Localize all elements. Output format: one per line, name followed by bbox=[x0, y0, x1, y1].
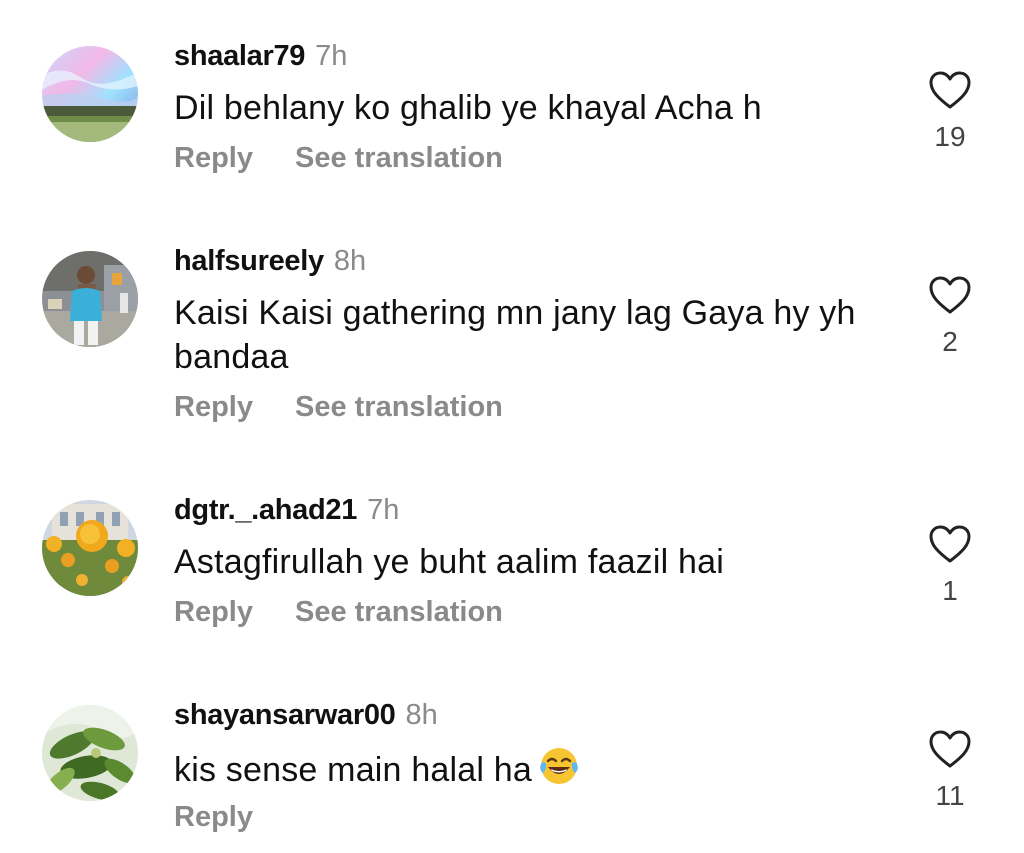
see-translation-button[interactable]: See translation bbox=[295, 391, 503, 423]
comment-text: kis sense main halal ha bbox=[174, 745, 894, 792]
heart-icon[interactable] bbox=[928, 524, 972, 564]
comment-text: Dil behlany ko ghalib ye khayal Acha h bbox=[174, 89, 762, 127]
like-count: 2 bbox=[942, 326, 958, 357]
like-count: 11 bbox=[935, 780, 965, 811]
like-control: 19 bbox=[918, 70, 982, 154]
avatar[interactable] bbox=[42, 251, 138, 347]
timestamp: 8h bbox=[405, 699, 438, 731]
reply-button[interactable]: Reply bbox=[174, 801, 253, 833]
comment-actions: Reply See translation bbox=[174, 389, 503, 425]
like-control: 2 bbox=[918, 275, 982, 359]
comment-actions: Reply bbox=[174, 799, 253, 835]
see-translation-button[interactable]: See translation bbox=[295, 142, 503, 174]
avatar[interactable] bbox=[42, 705, 138, 801]
timestamp: 8h bbox=[333, 245, 367, 277]
heart-icon[interactable] bbox=[928, 70, 972, 110]
like-count: 1 bbox=[942, 575, 958, 606]
comment-text: Astagfirullah ye buht aalim faazil hai bbox=[174, 543, 725, 581]
timestamp: 7h bbox=[367, 494, 400, 526]
heart-icon[interactable] bbox=[928, 729, 972, 769]
avatar[interactable] bbox=[42, 500, 138, 596]
avatar[interactable] bbox=[42, 46, 138, 142]
comment-header: dgtr._.ahad21 7h bbox=[174, 492, 399, 528]
comment-header: shayansarwar00 8h bbox=[174, 697, 438, 733]
comment-header: halfsureely 8h bbox=[174, 243, 366, 279]
see-translation-button[interactable]: See translation bbox=[295, 596, 503, 628]
reply-button[interactable]: Reply bbox=[174, 596, 253, 628]
comment-header: shaalar79 7h bbox=[174, 38, 347, 74]
like-control: 1 bbox=[918, 524, 982, 608]
aurora-landscape-avatar-icon bbox=[42, 46, 138, 142]
comment-actions: Reply See translation bbox=[174, 140, 503, 176]
leaves-avatar-icon bbox=[42, 705, 138, 801]
comment-actions: Reply See translation bbox=[174, 594, 503, 630]
username[interactable]: halfsureely bbox=[174, 245, 324, 277]
heart-icon[interactable] bbox=[928, 275, 972, 315]
like-count: 19 bbox=[934, 121, 966, 152]
username[interactable]: shayansarwar00 bbox=[174, 699, 396, 731]
person-photo-avatar-icon bbox=[42, 251, 138, 347]
timestamp: 7h bbox=[315, 40, 348, 72]
like-control: 11 bbox=[918, 729, 982, 813]
reply-button[interactable]: Reply bbox=[174, 391, 253, 423]
username[interactable]: dgtr._.ahad21 bbox=[174, 494, 357, 526]
reply-button[interactable]: Reply bbox=[174, 142, 253, 174]
comment-text: Kaisi Kaisi gathering mn jany lag Gaya h… bbox=[174, 294, 856, 376]
face-with-tears-of-joy-icon bbox=[540, 748, 578, 784]
flowers-building-avatar-icon bbox=[42, 500, 138, 596]
comment-text-body: kis sense main halal ha bbox=[174, 751, 533, 789]
username[interactable]: shaalar79 bbox=[174, 40, 305, 72]
